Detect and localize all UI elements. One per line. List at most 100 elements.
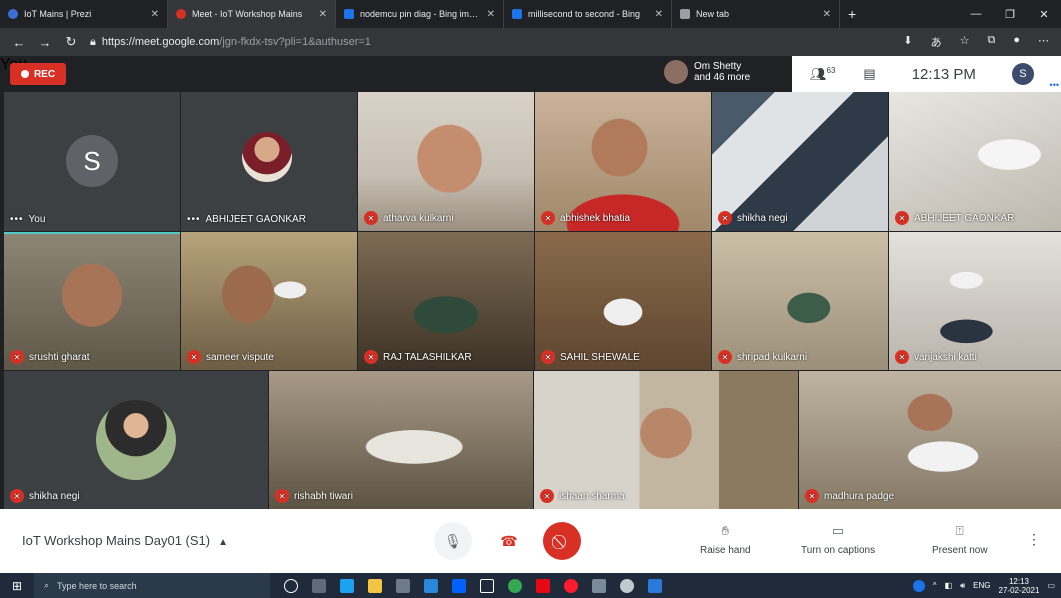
participant-tile[interactable]: ✕ rishabh tiwari bbox=[269, 371, 533, 509]
participant-tile[interactable]: ✕ sameer vispute bbox=[181, 232, 357, 370]
mic-off-icon: ✕ bbox=[718, 211, 732, 225]
participant-tile[interactable]: S ••• You bbox=[4, 92, 180, 231]
avatar bbox=[242, 132, 292, 182]
captions-button[interactable]: ▭ Turn on captions bbox=[801, 523, 875, 556]
presenter-info[interactable]: Om Shetty and 46 more bbox=[664, 60, 750, 84]
reload-icon[interactable]: ↻ bbox=[64, 34, 78, 50]
dropbox-icon[interactable] bbox=[452, 578, 466, 593]
mic-off-icon: ✕ bbox=[895, 350, 909, 364]
close-icon[interactable]: ✕ bbox=[151, 9, 159, 20]
participant-tile[interactable]: ••• ABHIJEET GAONKAR bbox=[181, 92, 357, 231]
browser-tab[interactable]: New tab ✕ bbox=[672, 0, 840, 28]
mic-icon[interactable]: ⬇ bbox=[903, 34, 912, 50]
app-icon[interactable] bbox=[480, 578, 494, 593]
camera-button[interactable]: ⃠ bbox=[543, 522, 581, 560]
meet-top-bar: REC Om Shetty and 46 more 👥︎63 ▤ 12:13 P… bbox=[0, 56, 1061, 92]
forward-icon[interactable]: → bbox=[38, 35, 52, 50]
participant-name: shikha negi bbox=[29, 490, 80, 502]
participant-tile[interactable]: ✕ ishaan sharma bbox=[534, 371, 798, 509]
participant-tile[interactable]: ✕ abhishek bhatia bbox=[535, 92, 711, 231]
more-icon[interactable]: ⋯ bbox=[1038, 34, 1049, 50]
rec-label: REC bbox=[33, 68, 56, 80]
store-icon[interactable] bbox=[396, 578, 410, 593]
participant-name: ABHIJEET GAONKAR bbox=[914, 212, 1015, 224]
favorites-icon[interactable]: ☆ bbox=[960, 34, 970, 50]
windows-start-icon[interactable]: ⊞ bbox=[0, 579, 34, 593]
close-icon[interactable]: ✕ bbox=[487, 9, 495, 20]
participant-name: RAJ TALASHILKAR bbox=[383, 351, 472, 363]
browser-tab[interactable]: nodemcu pin diag - Bing images ✕ bbox=[336, 0, 504, 28]
mic-off-icon: ✕ bbox=[718, 350, 732, 364]
participant-tile[interactable]: ✕ shikha negi bbox=[4, 371, 268, 509]
self-avatar[interactable]: S bbox=[1011, 63, 1034, 85]
close-icon[interactable]: ✕ bbox=[655, 9, 663, 20]
participant-tile[interactable]: ✕ RAJ TALASHILKAR bbox=[358, 232, 534, 370]
minimize-icon[interactable]: — bbox=[959, 0, 993, 28]
participant-tile[interactable]: ✕ shikha negi bbox=[712, 92, 888, 231]
close-window-icon[interactable]: ✕ bbox=[1027, 0, 1061, 28]
app-tray-icon[interactable] bbox=[912, 579, 925, 592]
tab-title: New tab bbox=[696, 9, 730, 19]
search-icon: ⌕ bbox=[44, 580, 50, 590]
volume-icon[interactable]: 🔊︎ bbox=[960, 581, 965, 591]
participant-tile[interactable]: ✕ atharva kulkarni bbox=[358, 92, 534, 231]
present-button[interactable]: ⍐ Present now bbox=[932, 523, 988, 556]
meeting-controls-bar: IoT Workshop Mains Day01 (S1) ▲ 🎙︎ ☎ ⃠ ✋︎… bbox=[0, 509, 1061, 573]
url-host: https://meet.google.com bbox=[101, 36, 220, 48]
browser-tab[interactable]: IoT Mains | Prezi ✕ bbox=[0, 0, 168, 28]
clock: 12:13 PM bbox=[911, 65, 976, 83]
participant-name: abhishek bhatia bbox=[560, 212, 631, 224]
mail-icon[interactable] bbox=[424, 578, 438, 593]
speaking-icon: ••• bbox=[10, 214, 24, 225]
app-icon[interactable] bbox=[620, 578, 634, 593]
participant-name: You bbox=[28, 214, 46, 225]
edge-icon[interactable] bbox=[340, 578, 354, 593]
file-explorer-icon[interactable] bbox=[368, 578, 382, 593]
more-options-icon[interactable]: ⋮ bbox=[1027, 531, 1041, 548]
profile-icon[interactable]: ● bbox=[1013, 34, 1020, 50]
back-icon[interactable]: ← bbox=[12, 35, 26, 50]
maximize-icon[interactable]: ❐ bbox=[993, 0, 1027, 28]
raise-hand-button[interactable]: ✋︎ Raise hand bbox=[700, 523, 751, 556]
url-field[interactable]: 🔒︎ https://meet.google.com/jgn-fkdx-tsv?… bbox=[90, 36, 891, 49]
cortana-icon[interactable] bbox=[284, 578, 298, 593]
meet-icon bbox=[176, 9, 186, 19]
browser-tab-active[interactable]: Meet - IoT Workshop Mains ✕ bbox=[168, 0, 336, 28]
people-button[interactable]: 👥︎63 bbox=[810, 66, 835, 82]
participant-tile[interactable]: ✕ srushti gharat bbox=[4, 232, 180, 370]
url-path: /jgn-fkdx-tsv?pli=1&authuser=1 bbox=[219, 36, 371, 48]
reading-icon[interactable]: あ bbox=[931, 34, 942, 50]
app-icon[interactable] bbox=[592, 578, 606, 593]
tray-date: 27-02-2021 bbox=[998, 585, 1040, 595]
participant-tile[interactable]: ✕ shripad kulkarni bbox=[712, 232, 888, 370]
taskbar-search[interactable]: ⌕ Type here to search bbox=[34, 573, 270, 598]
chevron-up-icon[interactable]: ^ bbox=[933, 581, 937, 590]
participant-tile[interactable]: ✕ SAHIL SHEWALE bbox=[535, 232, 711, 370]
prezi-icon bbox=[8, 9, 18, 19]
app-icon[interactable] bbox=[648, 578, 662, 593]
search-placeholder: Type here to search bbox=[57, 580, 137, 591]
participant-tile[interactable]: ✕ ABHIJEET GAONKAR bbox=[889, 92, 1061, 231]
collections-icon[interactable]: ⧉ bbox=[987, 34, 995, 50]
chrome-icon[interactable] bbox=[508, 578, 522, 593]
notifications-icon[interactable]: ▭ bbox=[1047, 581, 1055, 590]
chat-icon[interactable]: ▤ bbox=[863, 66, 875, 82]
new-tab-button[interactable]: + bbox=[840, 0, 864, 28]
taskbar-clock[interactable]: 12:13 27-02-2021 bbox=[999, 577, 1040, 595]
network-icon[interactable]: ◧ bbox=[945, 581, 953, 590]
close-icon[interactable]: ✕ bbox=[823, 9, 831, 20]
bing-icon bbox=[512, 9, 522, 19]
close-icon[interactable]: ✕ bbox=[319, 9, 327, 20]
meeting-details-button[interactable]: IoT Workshop Mains Day01 (S1) ▲ bbox=[22, 533, 228, 548]
mic-off-icon: ✕ bbox=[364, 211, 378, 225]
participant-tile[interactable]: ✕ varijakshi katti bbox=[889, 232, 1061, 370]
browser-tab[interactable]: millisecond to second - Bing ✕ bbox=[504, 0, 672, 28]
leave-call-button[interactable]: ☎ bbox=[490, 522, 528, 560]
task-view-icon[interactable] bbox=[312, 578, 326, 593]
participant-tile[interactable]: ✕ madhura padge bbox=[799, 371, 1061, 509]
netflix-icon[interactable] bbox=[536, 578, 550, 593]
opera-icon[interactable] bbox=[564, 578, 578, 593]
people-count: 63 bbox=[826, 65, 836, 75]
language-indicator[interactable]: ENG bbox=[973, 581, 990, 590]
microphone-button[interactable]: 🎙︎ bbox=[434, 522, 472, 560]
